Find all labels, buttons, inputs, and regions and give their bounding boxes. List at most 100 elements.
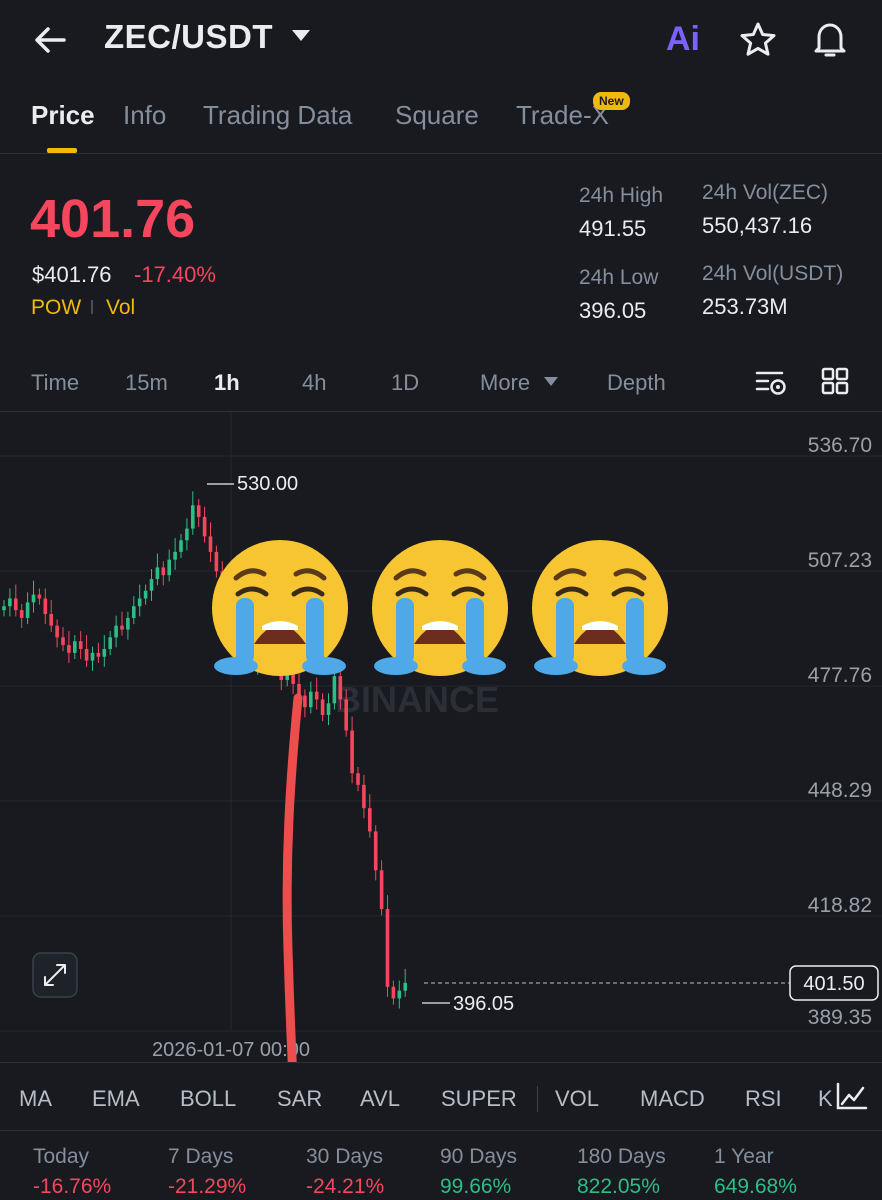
candle-body (309, 691, 313, 708)
performance-value: -24.21% (306, 1175, 385, 1198)
candle-body (368, 808, 372, 832)
performance-value: 99.66% (440, 1175, 512, 1198)
candle-body (173, 551, 177, 560)
tf-time[interactable]: Time (31, 370, 79, 396)
divider (0, 1062, 882, 1063)
candle-body (78, 641, 83, 649)
performance-label: 180 Days (577, 1145, 666, 1168)
current-price-tag-label: 401.50 (803, 973, 864, 995)
crying-face-emoji (212, 540, 348, 676)
stat-vol-quote-value: 253.73M (702, 294, 788, 319)
candle-body (191, 505, 195, 529)
candle-body (2, 606, 6, 611)
candle-body (196, 505, 201, 517)
grid-layout-icon[interactable] (820, 366, 850, 396)
bell-icon[interactable] (810, 18, 850, 60)
stat-vol-quote-label: 24h Vol(USDT) (702, 262, 844, 285)
performance-label: 30 Days (306, 1145, 384, 1168)
candle-body (102, 648, 107, 657)
candle-body (362, 784, 366, 809)
ai-icon[interactable]: Ai (666, 20, 700, 59)
stat-low-label: 24h Low (579, 266, 659, 289)
tf-4h[interactable]: 4h (302, 370, 326, 396)
candle-body (356, 773, 360, 785)
candle-body (344, 699, 348, 731)
crying-emoji-stickers (212, 540, 668, 676)
indicator-ema[interactable]: EMA (92, 1086, 140, 1112)
candle-body (397, 990, 402, 999)
indicator-avl[interactable]: AVL (360, 1086, 400, 1112)
tf-more[interactable]: More (480, 370, 530, 396)
performance-value: 822.05% (577, 1175, 660, 1198)
candle-body (379, 870, 384, 910)
candle-body (149, 579, 154, 591)
stat-high-value: 491.55 (579, 216, 647, 241)
candle-body (37, 594, 42, 599)
candle-body (314, 691, 319, 700)
price-change: -17.40% (134, 262, 216, 287)
indicator-vol[interactable]: VOL (555, 1086, 599, 1112)
tab-square[interactable]: Square (395, 100, 479, 131)
indicator-sar[interactable]: SAR (277, 1086, 322, 1112)
y-tick-label: 536.70 (808, 434, 872, 457)
tab-info[interactable]: Info (123, 100, 166, 131)
candle-body (132, 606, 136, 618)
candle-body (120, 625, 124, 630)
candle-body (73, 641, 77, 653)
divider (0, 153, 882, 154)
candle-body (96, 652, 101, 657)
candle-body (161, 567, 166, 576)
expand-icon[interactable] (32, 952, 78, 998)
candle-body (114, 625, 118, 638)
candle-body (403, 982, 407, 991)
star-icon[interactable] (738, 20, 778, 60)
candle-body (43, 598, 48, 615)
pair-selector[interactable]: ZEC/USDT (104, 18, 273, 56)
candle-body (8, 598, 12, 607)
tag-separator (91, 300, 93, 314)
candle-body (143, 590, 148, 599)
price-usd: $401.76 (32, 262, 112, 287)
tab-price[interactable]: Price (31, 100, 95, 131)
tag-vol[interactable]: Vol (106, 296, 135, 320)
tf-1d[interactable]: 1D (391, 370, 419, 396)
tab-trading-data[interactable]: Trading Data (203, 100, 352, 131)
candle-body (126, 617, 130, 630)
indicator-macd[interactable]: MACD (640, 1086, 705, 1112)
candle-body (303, 695, 307, 708)
candle-body (84, 648, 89, 661)
divider (0, 1130, 882, 1131)
stat-vol-base-label: 24h Vol(ZEC) (702, 181, 829, 204)
tf-15m[interactable]: 15m (125, 370, 168, 396)
candle-body (391, 986, 396, 999)
indicator-super[interactable]: SUPER (441, 1086, 517, 1112)
candle-body (19, 610, 24, 618)
y-tick-label: 507.23 (808, 549, 872, 572)
chart-grid (0, 412, 882, 1032)
red-annotation-stroke (282, 693, 303, 1062)
performance-value: -21.29% (168, 1175, 247, 1198)
tf-depth[interactable]: Depth (607, 370, 666, 396)
indicator-rsi[interactable]: RSI (745, 1086, 782, 1112)
last-price: 401.76 (30, 189, 196, 249)
candle-body (208, 536, 213, 552)
tag-pow[interactable]: POW (31, 296, 81, 320)
candle-body (108, 637, 112, 649)
candle-body (185, 528, 189, 541)
chart-settings-icon[interactable] (754, 367, 788, 397)
new-badge: New (593, 92, 630, 110)
performance-label: Today (33, 1145, 90, 1168)
candle-body (67, 645, 71, 653)
tf-1h[interactable]: 1h (214, 370, 240, 396)
low-marker-label: 396.05 (453, 993, 514, 1015)
indicator-k[interactable]: K (818, 1086, 833, 1112)
indicator-boll[interactable]: BOLL (180, 1086, 236, 1112)
price-chart[interactable]: 536.70 507.23 477.76 448.29 418.82 389.3… (0, 412, 882, 1062)
candle-body (373, 831, 378, 871)
indicator-ma[interactable]: MA (19, 1086, 52, 1112)
chevron-down-icon[interactable] (292, 30, 310, 41)
stat-high-label: 24h High (579, 184, 664, 207)
back-arrow-icon[interactable] (30, 20, 70, 60)
chevron-down-icon[interactable] (544, 377, 558, 386)
indicator-chart-icon[interactable] (832, 1080, 872, 1114)
